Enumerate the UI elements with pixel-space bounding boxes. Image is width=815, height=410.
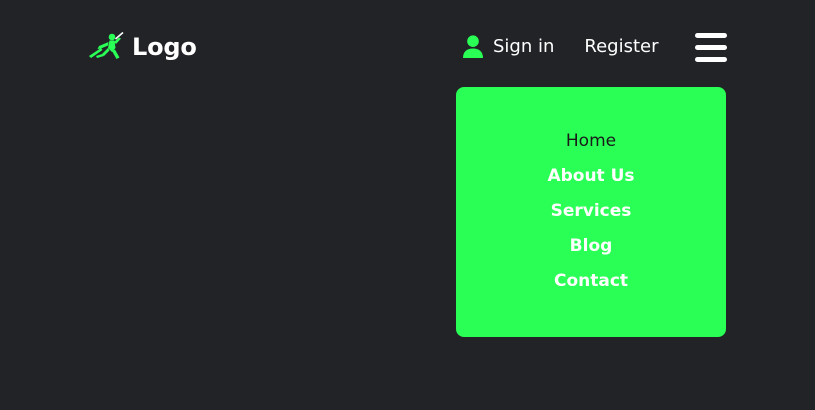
- menu-item-home: Home: [456, 127, 726, 162]
- runner-figure-icon: [88, 30, 126, 64]
- menu-link-services[interactable]: Services: [551, 197, 632, 225]
- sign-in-link[interactable]: Sign in: [462, 32, 554, 62]
- dropdown-menu-list: Home About Us Services Blog Contact: [456, 127, 726, 302]
- menu-item-contact: Contact: [456, 267, 726, 302]
- brand-logo-link[interactable]: Logo: [88, 30, 197, 64]
- menu-item-blog: Blog: [456, 232, 726, 267]
- menu-link-home[interactable]: Home: [566, 127, 616, 155]
- menu-item-services: Services: [456, 197, 726, 232]
- brand-name: Logo: [132, 33, 197, 61]
- dropdown-menu: Home About Us Services Blog Contact: [456, 87, 726, 337]
- menu-link-about-us[interactable]: About Us: [547, 162, 634, 190]
- menu-line: [695, 45, 727, 50]
- hamburger-menu-icon[interactable]: [695, 33, 727, 62]
- menu-line: [695, 57, 727, 62]
- menu-link-blog[interactable]: Blog: [570, 232, 613, 260]
- menu-link-contact[interactable]: Contact: [554, 267, 628, 295]
- register-label: Register: [584, 36, 659, 57]
- register-link[interactable]: Register: [584, 32, 658, 62]
- sign-in-label: Sign in: [493, 36, 555, 57]
- header-actions: Sign in Register: [462, 32, 659, 62]
- menu-line: [695, 33, 727, 38]
- menu-item-about-us: About Us: [456, 162, 726, 197]
- site-header: Logo Sign in Register: [0, 0, 815, 94]
- user-icon: [462, 35, 484, 59]
